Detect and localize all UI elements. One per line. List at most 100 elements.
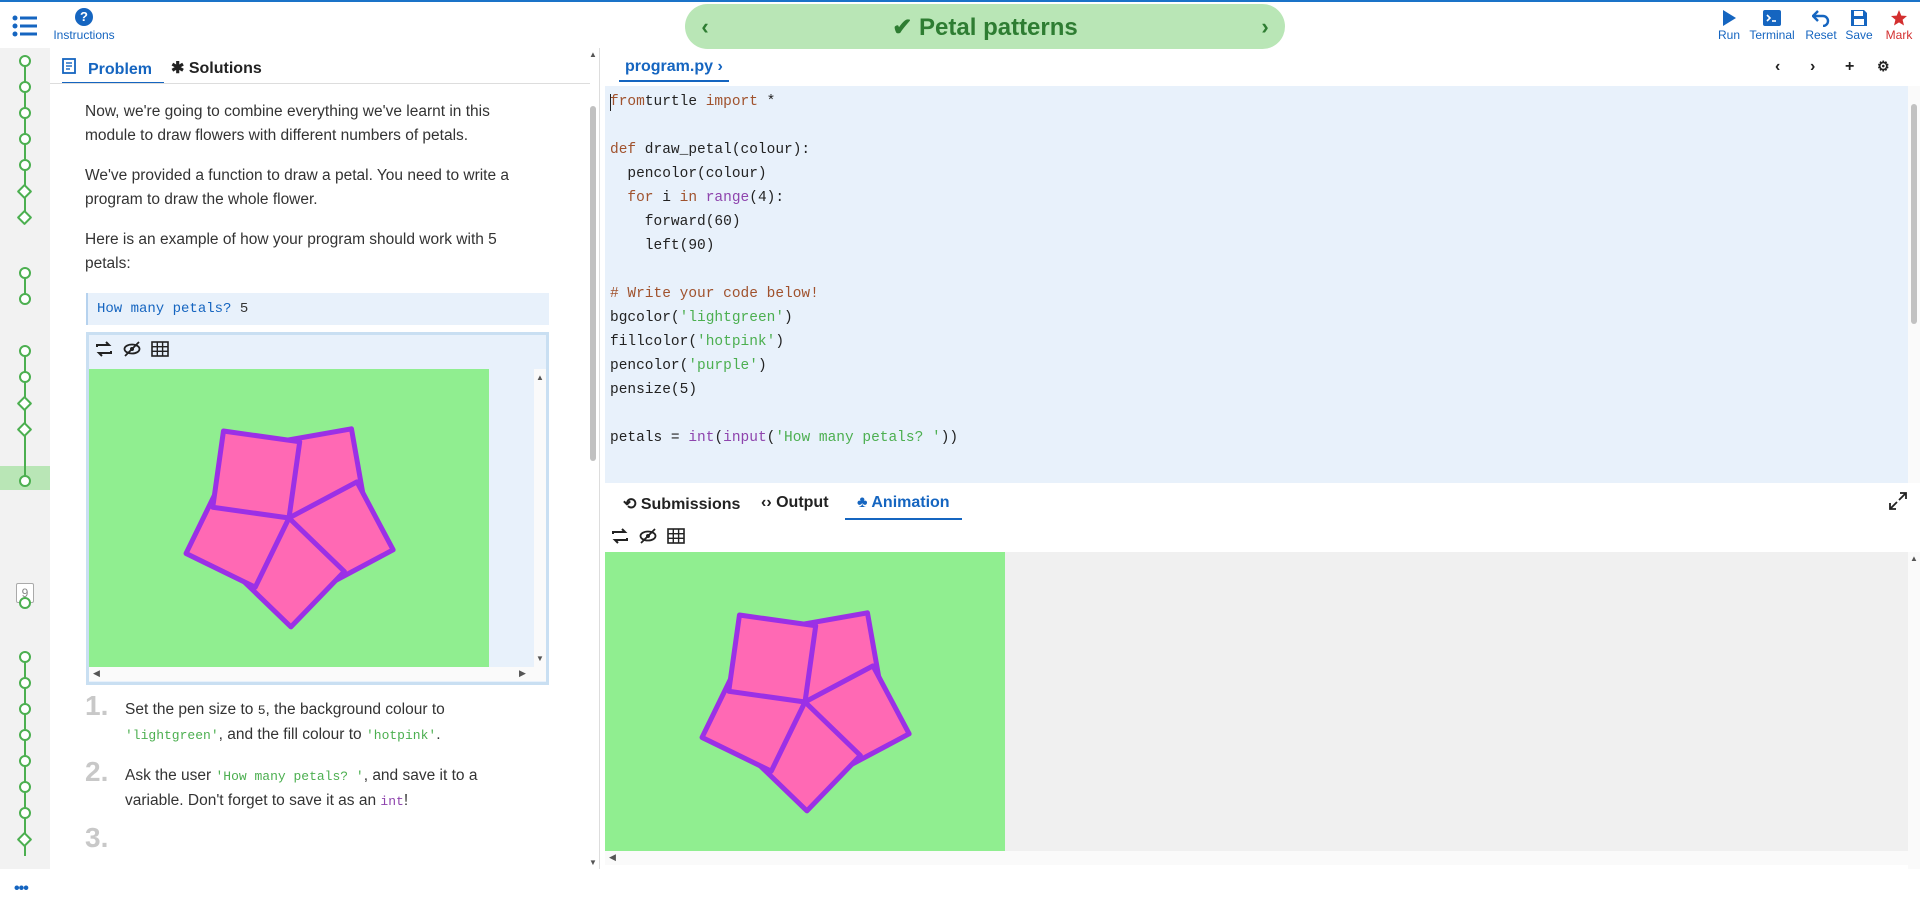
- code-token: 'How many petals? ': [775, 430, 941, 446]
- code-line: left(90): [610, 234, 958, 258]
- code-line: fromturtle import *: [610, 90, 958, 114]
- code-line: pencolor(colour): [610, 162, 958, 186]
- step-node[interactable]: [19, 703, 31, 715]
- tab-solutions[interactable]: ✱ Solutions: [171, 58, 262, 84]
- example-hscroll[interactable]: ◀ ▶: [89, 667, 546, 681]
- step-number: 1.: [85, 690, 109, 721]
- step-node[interactable]: [19, 729, 31, 741]
- tab-submissions[interactable]: ⟲ Submissions: [619, 494, 744, 520]
- tab-output[interactable]: ‹› Output: [757, 494, 833, 520]
- step-node[interactable]: [19, 345, 31, 357]
- step-node[interactable]: [19, 133, 31, 145]
- reset-button[interactable]: Reset: [1803, 9, 1839, 42]
- scroll-thumb[interactable]: [1911, 104, 1917, 324]
- turtle-flower: [699, 610, 912, 814]
- step-node[interactable]: [19, 677, 31, 689]
- problem-scrollbar[interactable]: ▲ ▼: [586, 48, 600, 869]
- code-lines[interactable]: fromturtle import * def draw_petal(colou…: [610, 90, 958, 450]
- reset-label: Reset: [1805, 28, 1837, 42]
- menu-list-icon[interactable]: [12, 14, 38, 40]
- step-node[interactable]: [19, 293, 31, 305]
- save-button[interactable]: Save: [1843, 9, 1875, 42]
- step-text: , and the fill colour to: [218, 726, 366, 743]
- history-icon: ⟲: [623, 496, 637, 513]
- problem-text: Now, we're going to combine everything w…: [85, 100, 540, 292]
- code-token: def: [610, 142, 637, 158]
- tab-problem[interactable]: Problem: [62, 58, 165, 84]
- step-node[interactable]: [19, 55, 31, 67]
- example-vscroll[interactable]: ▲ ▼: [534, 369, 546, 667]
- code-line: pencolor('purple'): [610, 354, 958, 378]
- step-text: , the background colour to: [265, 701, 445, 718]
- turtle-canvas: [605, 552, 1005, 851]
- step-node[interactable]: [19, 781, 31, 793]
- task-step: 1. Set the pen size to 5, the background…: [85, 692, 540, 748]
- example-terminal: How many petals? 5: [86, 293, 549, 325]
- step-node[interactable]: [19, 475, 31, 487]
- animation-hscroll[interactable]: ◀: [605, 851, 1908, 865]
- run-label: Run: [1717, 28, 1740, 42]
- grid-icon[interactable]: [667, 528, 685, 549]
- add-icon[interactable]: +: [1845, 58, 1854, 76]
- code-token: pensize(5): [610, 382, 698, 398]
- inline-code: 'hotpink': [365, 728, 437, 743]
- petal: [210, 428, 303, 521]
- output-tabs: ⟲ Submissions ‹› Output ♣ Animation: [605, 484, 1920, 520]
- example-answer: 5: [239, 301, 249, 317]
- step-node[interactable]: [19, 267, 31, 279]
- terminal-icon: [1763, 10, 1781, 26]
- editor-scrollbar[interactable]: [1908, 86, 1920, 483]
- challenge-node[interactable]: [16, 183, 33, 200]
- step-node[interactable]: [19, 107, 31, 119]
- step-node[interactable]: [19, 81, 31, 93]
- challenge-node[interactable]: [16, 395, 33, 412]
- scroll-thumb[interactable]: [590, 106, 596, 461]
- more-icon[interactable]: •••: [14, 880, 29, 898]
- step-node[interactable]: [19, 159, 31, 171]
- animation-vscroll[interactable]: ▲: [1908, 552, 1920, 869]
- code-line: bgcolor('lightgreen'): [610, 306, 958, 330]
- challenge-node[interactable]: [16, 209, 33, 226]
- next-icon[interactable]: ›: [1810, 58, 1815, 76]
- step-node[interactable]: [19, 755, 31, 767]
- file-tab[interactable]: program.py ›: [619, 58, 729, 82]
- inline-code: 'lightgreen': [125, 728, 219, 743]
- problem-panel: Problem ✱ Solutions Now, we're going to …: [50, 48, 600, 869]
- hide-icon[interactable]: [639, 528, 657, 549]
- expand-icon[interactable]: [1889, 492, 1907, 515]
- tab-animation[interactable]: ♣ Animation: [845, 494, 962, 520]
- code-token: )): [940, 430, 959, 446]
- code-token: fillcolor(: [610, 334, 698, 350]
- step-node[interactable]: [19, 371, 31, 383]
- replay-icon[interactable]: [611, 528, 629, 549]
- chevron-right-icon[interactable]: ›: [1253, 14, 1277, 40]
- settings-icon[interactable]: ⚙: [1877, 58, 1890, 75]
- code-token: i: [653, 190, 680, 206]
- save-icon: [1851, 10, 1867, 26]
- inline-code: 'How many petals? ': [215, 769, 364, 784]
- prev-icon[interactable]: ‹: [1775, 58, 1780, 76]
- hide-icon[interactable]: [123, 341, 141, 362]
- task-steps: 1. Set the pen size to 5, the background…: [85, 692, 540, 852]
- code-line: petals = int(input('How many petals? ')): [610, 426, 958, 450]
- mark-button[interactable]: Mark: [1883, 9, 1915, 42]
- step-node[interactable]: [19, 597, 31, 609]
- code-area[interactable]: fromturtle import * def draw_petal(colou…: [605, 86, 1908, 483]
- paragraph: We've provided a function to draw a peta…: [85, 167, 510, 208]
- code-token: *: [757, 94, 776, 110]
- tab-output-label: Output: [776, 494, 829, 511]
- step-node[interactable]: [19, 807, 31, 819]
- check-icon: ✔: [892, 14, 913, 41]
- run-button[interactable]: Run: [1713, 9, 1745, 42]
- code-token: from: [610, 94, 645, 110]
- current-challenge-node[interactable]: [16, 421, 33, 438]
- example-turtle-canvas: [89, 369, 489, 667]
- code-line: fillcolor('hotpink'): [610, 330, 958, 354]
- replay-icon[interactable]: [95, 341, 113, 362]
- challenge-node[interactable]: [16, 831, 33, 848]
- grid-icon[interactable]: [151, 341, 169, 362]
- terminal-button[interactable]: Terminal: [1747, 9, 1797, 42]
- step-node[interactable]: [19, 651, 31, 663]
- star-icon: [1891, 10, 1907, 26]
- instructions-button[interactable]: ? Instructions: [52, 8, 116, 42]
